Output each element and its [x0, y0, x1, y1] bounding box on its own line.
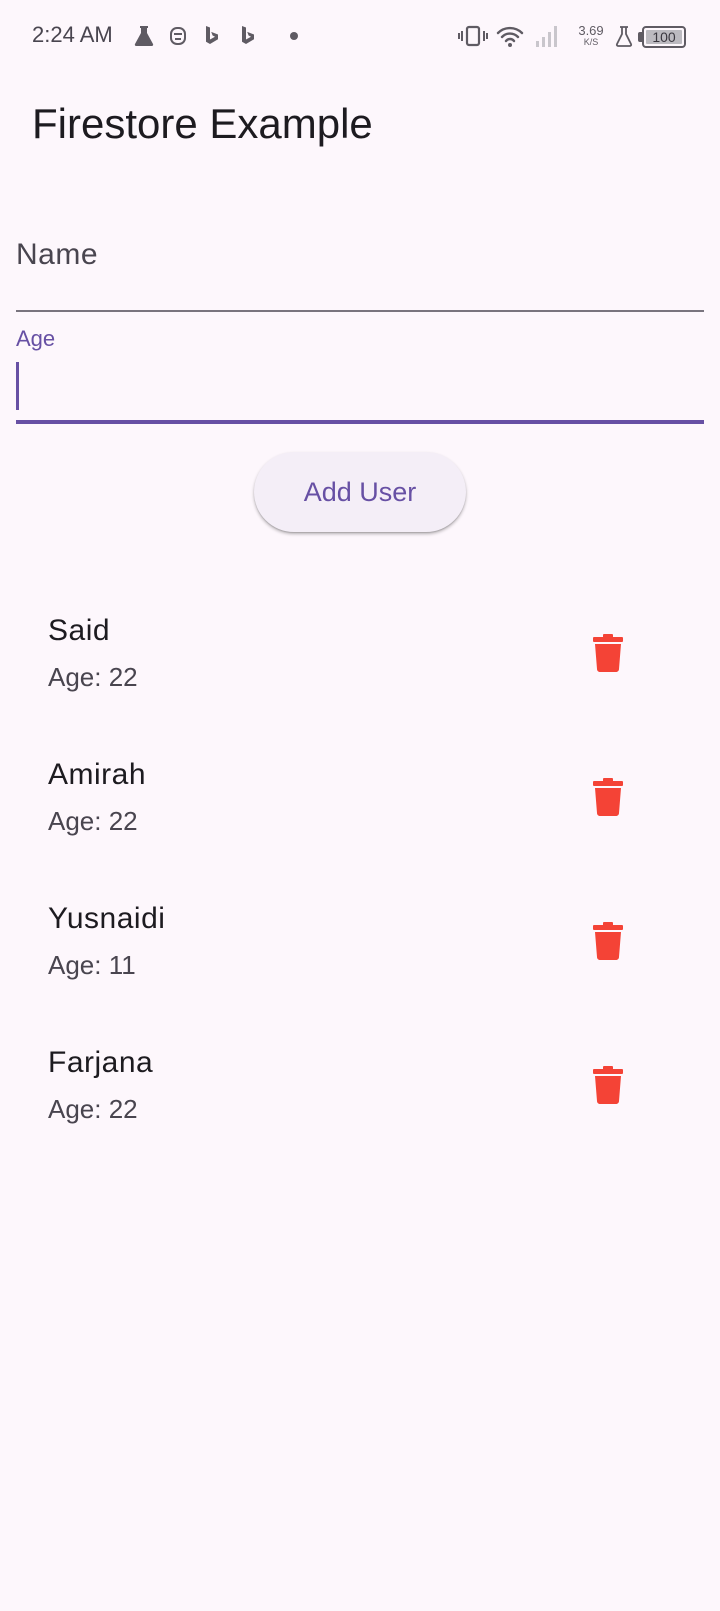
list-item[interactable]: Said Age: 22 — [0, 576, 720, 720]
lab-icon — [615, 26, 633, 47]
page-title: Firestore Example — [32, 100, 373, 147]
user-list: Said Age: 22 Amirah Age: 22 Yusnaidi Age… — [0, 576, 720, 1152]
age-field-underline — [16, 420, 704, 424]
trash-icon — [593, 778, 623, 816]
bing-icon — [242, 26, 254, 44]
user-age: Age: 22 — [48, 806, 138, 836]
user-age: Age: 11 — [48, 950, 136, 980]
user-age: Age: 22 — [48, 1094, 138, 1124]
user-name: Yusnaidi — [48, 902, 166, 935]
vibrate-icon — [458, 25, 488, 47]
age-field[interactable]: Age — [16, 322, 704, 424]
user-name: Said — [48, 614, 111, 647]
list-item[interactable]: Amirah Age: 22 — [0, 720, 720, 864]
name-field-underline — [16, 310, 704, 312]
flask-icon — [134, 26, 154, 46]
battery-icon: 100 — [642, 26, 686, 48]
status-bar: 2:24 AM 3.69 K/S 100 — [0, 0, 720, 72]
name-field-label: Name — [16, 238, 99, 271]
text-cursor — [16, 362, 19, 410]
status-time: 2:24 AM — [32, 22, 113, 47]
delete-button[interactable] — [576, 1052, 640, 1116]
wifi-icon — [496, 26, 524, 47]
trash-icon — [593, 1066, 623, 1104]
trash-icon — [593, 634, 623, 672]
dot-icon — [290, 32, 298, 40]
network-speed: 3.69 K/S — [578, 23, 604, 47]
trash-icon — [593, 922, 623, 960]
age-field-label: Age — [16, 326, 56, 351]
user-name: Farjana — [48, 1046, 154, 1079]
age-input[interactable] — [22, 362, 692, 410]
signal-icon — [536, 26, 557, 47]
name-field[interactable]: Name — [16, 220, 704, 312]
user-name: Amirah — [48, 758, 147, 791]
bing-icon — [206, 26, 218, 44]
list-item[interactable]: Farjana Age: 22 — [0, 1008, 720, 1152]
user-age: Age: 22 — [48, 662, 138, 692]
delete-button[interactable] — [576, 764, 640, 828]
add-user-button[interactable]: Add User — [254, 452, 466, 532]
list-item[interactable]: Yusnaidi Age: 11 — [0, 864, 720, 1008]
delete-button[interactable] — [576, 908, 640, 972]
android-face-icon — [170, 27, 186, 45]
delete-button[interactable] — [576, 620, 640, 684]
